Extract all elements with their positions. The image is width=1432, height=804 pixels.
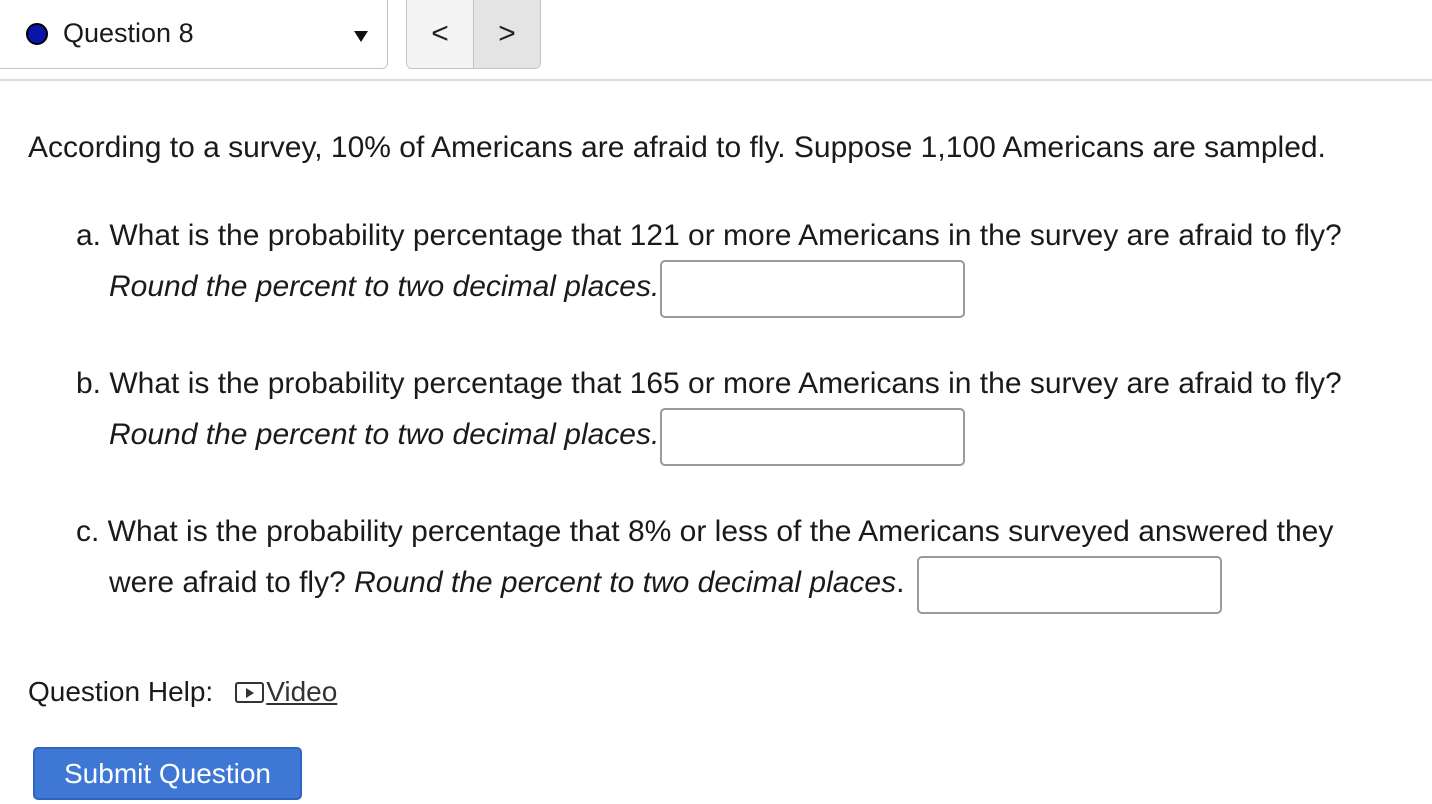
caret-down-icon bbox=[354, 31, 368, 42]
question-pager: < > bbox=[406, 0, 541, 69]
part-a-answer-input[interactable] bbox=[660, 260, 965, 318]
part-c-period: . bbox=[896, 566, 905, 599]
question-nav-bar: Question 8 < > bbox=[0, 0, 1432, 80]
question-label: Question 8 bbox=[63, 18, 194, 48]
part-c-line2: were afraid to fly? Round the percent to… bbox=[109, 566, 904, 600]
part-a-question: a. What is the probability percentage th… bbox=[76, 219, 1342, 252]
question-help: Question Help: Video bbox=[28, 676, 337, 708]
part-b-question: b. What is the probability percentage th… bbox=[76, 367, 1342, 400]
submit-question-button[interactable]: Submit Question bbox=[33, 747, 302, 800]
status-dot-icon bbox=[26, 23, 48, 45]
previous-question-button[interactable]: < bbox=[407, 0, 474, 68]
header-divider bbox=[0, 79, 1432, 81]
part-c-answer-input[interactable] bbox=[917, 556, 1222, 614]
part-b-answer-input[interactable] bbox=[660, 408, 965, 466]
question-selector[interactable]: Question 8 bbox=[0, 0, 388, 69]
part-b-instruction: Round the percent to two decimal places. bbox=[109, 418, 660, 451]
part-a-instruction: Round the percent to two decimal places. bbox=[109, 270, 660, 303]
part-c-instruction: Round the percent to two decimal places bbox=[354, 566, 897, 599]
video-icon[interactable] bbox=[235, 681, 265, 703]
question-help-label: Question Help: bbox=[28, 676, 214, 707]
next-question-button[interactable]: > bbox=[474, 0, 540, 68]
part-c-question-continued: were afraid to fly? bbox=[109, 566, 346, 599]
part-c-question: c. What is the probability percentage th… bbox=[76, 515, 1334, 548]
question-intro: According to a survey, 10% of Americans … bbox=[28, 131, 1326, 164]
video-help-link[interactable]: Video bbox=[266, 676, 337, 708]
